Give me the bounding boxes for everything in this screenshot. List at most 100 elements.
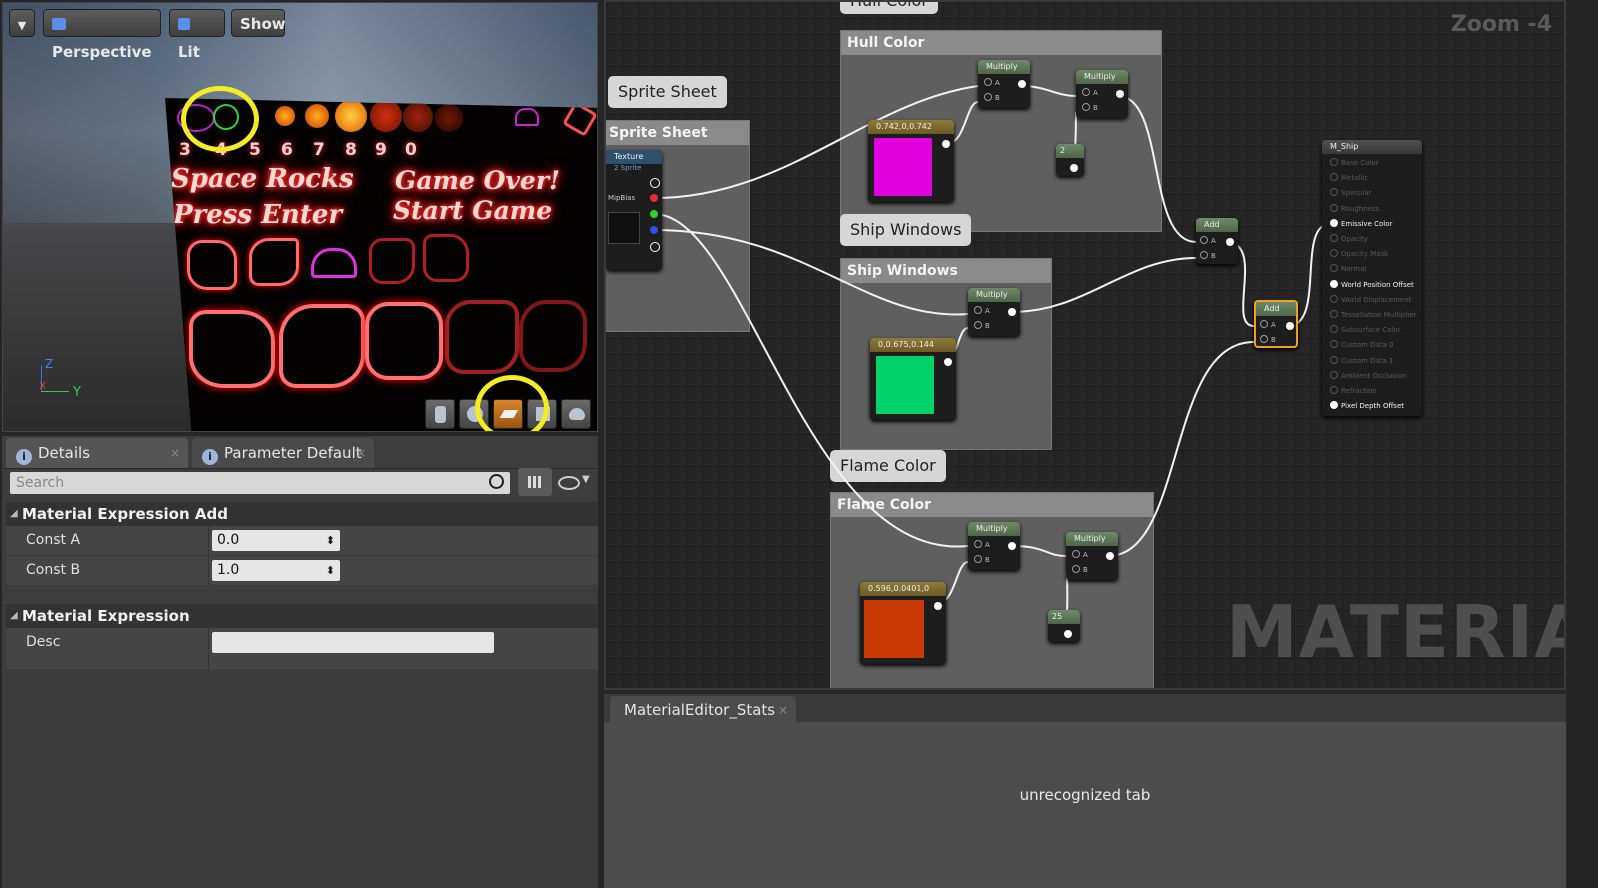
result-pin[interactable]: Specular: [1330, 188, 1372, 197]
result-pin[interactable]: Emissive Color: [1330, 218, 1392, 228]
pin-icon: [1330, 355, 1338, 364]
constant3-flame-node[interactable]: 0.596,0.0401,0: [860, 582, 946, 664]
constant3-hull-node[interactable]: 0.742,0,0.742: [868, 120, 954, 202]
sprite-digit: 3: [179, 140, 191, 160]
output-pin-green[interactable]: [650, 210, 658, 218]
output-pin[interactable]: [1064, 630, 1072, 638]
material-graph[interactable]: Zoom -4 MATERIAL Sprite Sheet Hull Color…: [604, 0, 1566, 690]
output-pin[interactable]: [1106, 552, 1114, 560]
close-icon[interactable]: ×: [170, 438, 180, 468]
constant3-windows-node[interactable]: 0,0.675,0.144: [870, 338, 956, 420]
output-pin[interactable]: [1018, 80, 1026, 88]
tab-details[interactable]: i Details ×: [6, 438, 188, 468]
result-pin[interactable]: Roughness: [1330, 203, 1379, 213]
result-pin[interactable]: Refraction: [1330, 386, 1377, 395]
pin-icon: [1330, 401, 1338, 410]
const-a-input[interactable]: 0.0 ⬍: [212, 530, 340, 551]
rock-sprite: [249, 238, 299, 286]
ufo-sprite: [311, 248, 357, 278]
section-material-expression-add[interactable]: ◢ Material Expression Add: [6, 502, 598, 526]
close-icon[interactable]: ×: [778, 696, 788, 724]
pin-icon: [1330, 234, 1338, 242]
pin-icon: [1330, 218, 1338, 227]
output-pin[interactable]: [942, 140, 950, 148]
add-node-selected[interactable]: Add A B: [1254, 300, 1298, 348]
hull-color-swatch: [874, 138, 932, 196]
sprite-text-space-rocks: Space Rocks: [171, 164, 354, 194]
output-pin[interactable]: [1226, 238, 1234, 246]
search-input[interactable]: Search: [10, 472, 510, 494]
output-pin-alpha[interactable]: [650, 242, 660, 252]
result-pin[interactable]: Subsurface Color: [1330, 325, 1401, 334]
multiply-node[interactable]: Multiply A B: [1076, 70, 1128, 118]
viewport-options-button[interactable]: ▼: [9, 9, 35, 37]
flame-sprite: [370, 100, 402, 132]
column-divider: [208, 628, 209, 670]
result-pin[interactable]: World Displacement: [1330, 294, 1411, 304]
result-pin[interactable]: World Position Offset: [1330, 279, 1414, 289]
show-button[interactable]: Show: [231, 9, 286, 37]
cube-icon: [178, 18, 190, 30]
output-pin-blue[interactable]: [650, 226, 658, 234]
lit-button[interactable]: Lit: [169, 9, 225, 61]
material-result-node[interactable]: M_Ship Base Color Metallic Specular Roughne…: [1322, 140, 1422, 416]
preview-viewport[interactable]: ▼ Perspective Lit Show 3 4 5 6 7 8 9 0 S…: [2, 2, 598, 432]
result-pin[interactable]: Custom Data 1: [1330, 355, 1393, 365]
column-divider: [208, 526, 209, 555]
rock-sprite: [369, 238, 415, 284]
property-matrix-button[interactable]: [518, 468, 552, 496]
output-pin[interactable]: [1008, 308, 1016, 316]
scalar-constant-node[interactable]: 25: [1048, 610, 1080, 642]
add-node[interactable]: Add A B: [1196, 218, 1238, 264]
spin-arrows-icon[interactable]: ⬍: [326, 530, 335, 551]
close-icon[interactable]: ×: [356, 438, 366, 468]
sprite-text-press-enter: Press Enter: [173, 200, 343, 230]
scalar-constant-node[interactable]: 2: [1056, 144, 1084, 176]
result-pin[interactable]: Opacity Mask: [1330, 249, 1388, 258]
output-pin[interactable]: [944, 358, 952, 366]
result-pin[interactable]: Opacity: [1330, 234, 1368, 243]
view-options-button[interactable]: ▼: [558, 474, 594, 492]
result-pin[interactable]: Metallic: [1330, 173, 1368, 182]
details-panel: i Details × i Parameter Default × Search ▼ ◢…: [2, 436, 598, 888]
sprite-digit: 0: [405, 140, 417, 160]
result-pin[interactable]: Pixel Depth Offset: [1330, 401, 1404, 410]
result-pin[interactable]: Custom Data 0: [1330, 340, 1393, 349]
flame-sprite: [305, 104, 329, 128]
output-pin[interactable]: [650, 178, 660, 188]
rock-sprite: [423, 234, 469, 282]
stats-message: unrecognized tab: [1019, 786, 1151, 804]
sprite-digit: 8: [345, 140, 357, 160]
perspective-button[interactable]: Perspective: [43, 9, 161, 61]
flame-sprite: [275, 106, 295, 126]
texture-sample-node[interactable]: Texture 2 Sprite MipBias: [606, 150, 662, 270]
multiply-node[interactable]: Multiply A B: [968, 522, 1020, 570]
result-pin[interactable]: Ambient Occlusion: [1330, 370, 1407, 380]
output-pin[interactable]: [1008, 542, 1016, 550]
output-pin[interactable]: [1116, 90, 1124, 98]
wire: [1011, 257, 1197, 313]
texture-thumbnail: [608, 212, 640, 244]
output-pin[interactable]: [1070, 164, 1078, 172]
tab-parameter-default[interactable]: i Parameter Default ×: [192, 438, 374, 468]
tab-material-editor-stats[interactable]: MaterialEditor_Stats ×: [610, 696, 796, 724]
details-empty-area: [6, 672, 598, 888]
cylinder-preview-button[interactable]: [425, 399, 455, 429]
pin-icon: [1330, 340, 1338, 349]
output-pin[interactable]: [1286, 322, 1294, 330]
multiply-node[interactable]: Multiply A B: [968, 288, 1020, 336]
multiply-node[interactable]: Multiply A B: [978, 60, 1030, 108]
output-pin[interactable]: [934, 602, 942, 610]
multiply-node[interactable]: Multiply A B: [1066, 532, 1118, 580]
result-pin[interactable]: Base Color: [1330, 158, 1379, 167]
result-pin[interactable]: Normal: [1330, 264, 1366, 273]
teapot-preview-button[interactable]: [561, 399, 591, 429]
grid-icon: [528, 476, 541, 488]
section-material-expression[interactable]: ◢ Material Expression: [6, 604, 598, 628]
result-pin[interactable]: Tessellation Multiplier: [1330, 310, 1416, 319]
const-b-input[interactable]: 1.0 ⬍: [212, 560, 340, 581]
spin-arrows-icon[interactable]: ⬍: [326, 560, 335, 581]
output-pin-red[interactable]: [650, 194, 658, 202]
desc-input[interactable]: [212, 632, 494, 653]
highlight-circle: [475, 375, 549, 431]
